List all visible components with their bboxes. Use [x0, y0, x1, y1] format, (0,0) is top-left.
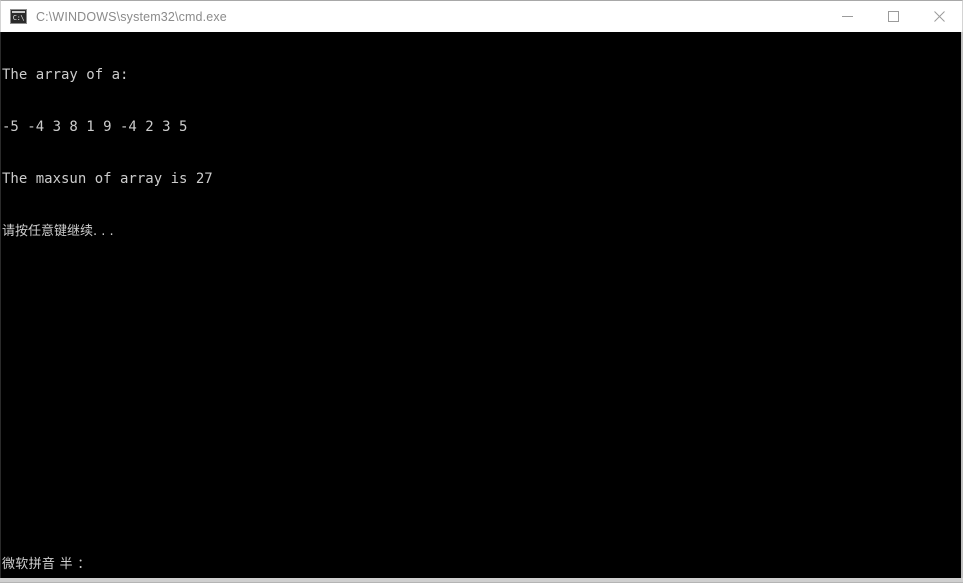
console-line: The array of a:: [2, 66, 129, 83]
cmd-icon-glyph: C:\: [12, 13, 25, 22]
console-line: 请按任意键继续. . .: [2, 224, 114, 240]
window-title: C:\WINDOWS\system32\cmd.exe: [36, 9, 227, 24]
window-bottom-edge: [0, 578, 963, 583]
maximize-icon: [887, 11, 899, 22]
maximize-button[interactable]: [870, 1, 916, 32]
minimize-icon: [841, 16, 853, 17]
console-client-area[interactable]: The array of a: -5 -4 3 8 1 9 -4 2 3 5 T…: [0, 32, 963, 578]
console-line: The maxsun of array is 27: [2, 171, 213, 188]
console-output: The array of a: -5 -4 3 8 1 9 -4 2 3 5 T…: [2, 32, 213, 276]
title-bar[interactable]: C:\ C:\WINDOWS\system32\cmd.exe: [0, 0, 963, 32]
close-icon: [933, 11, 945, 22]
ime-status-bar[interactable]: 微软拼音 半 ：: [2, 552, 91, 572]
title-bar-left: C:\ C:\WINDOWS\system32\cmd.exe: [1, 9, 824, 24]
close-button[interactable]: [916, 1, 962, 32]
ime-status-text: 微软拼音 半 ：: [2, 556, 91, 572]
window-controls: [824, 1, 962, 32]
cmd-icon[interactable]: C:\: [10, 9, 27, 24]
cmd-window: C:\ C:\WINDOWS\system32\cmd.exe The arra…: [0, 0, 963, 583]
console-line: -5 -4 3 8 1 9 -4 2 3 5: [2, 119, 188, 136]
minimize-button[interactable]: [824, 1, 870, 32]
